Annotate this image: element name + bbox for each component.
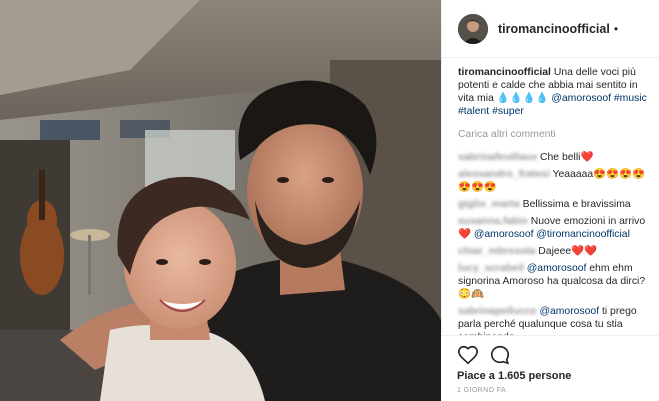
- caption: tiromancinoofficial Una delle voci più p…: [458, 66, 654, 118]
- caption-tag[interactable]: @amorosoof: [551, 93, 611, 104]
- caption-tag[interactable]: #super: [492, 106, 524, 117]
- heart-icon[interactable]: [457, 344, 479, 366]
- comment-mention[interactable]: @amorosoof: [539, 306, 599, 317]
- comment-icon[interactable]: [489, 344, 511, 366]
- comment-item: lucy_scrabeil @amorosoof ehm ehm signori…: [458, 262, 654, 301]
- comment-item: sabrinafeuillaux Che belli❤️: [458, 151, 654, 164]
- caption-tag[interactable]: #talent: [458, 106, 489, 117]
- comment-text: Dajeee❤️❤️: [538, 246, 598, 257]
- comment-username[interactable]: chiar_mbrosola: [458, 246, 535, 257]
- comment-text: Bellissima e bravissima: [522, 199, 631, 210]
- caption-tag[interactable]: #music: [614, 93, 647, 104]
- comment-item: alessandro_fratesi Yeaaaaa😍😍😍😍😍😍😍: [458, 168, 654, 194]
- comments-list: tiromancinoofficial Una delle voci più p…: [458, 66, 654, 348]
- post-actions: Piace a 1.605 persone 1 GIORNO FA: [441, 335, 659, 401]
- comment-username[interactable]: sabrinapellucce: [458, 306, 537, 317]
- post-header: tiromancinoofficial •: [442, 0, 659, 58]
- post-photo[interactable]: [0, 0, 441, 401]
- comment-mention[interactable]: @amorosoof: [527, 263, 587, 274]
- comment-username[interactable]: sabrinafeuillaux: [458, 152, 537, 163]
- load-more-comments[interactable]: Carica altri commenti: [458, 128, 654, 141]
- comment-item: chiar_mbrosola Dajeee❤️❤️: [458, 245, 654, 258]
- action-icons: [457, 344, 521, 366]
- post-timestamp[interactable]: 1 GIORNO FA: [457, 387, 506, 394]
- likes-count[interactable]: Piace a 1.605 persone: [457, 370, 571, 382]
- studio-selfie-image: [0, 0, 441, 401]
- avatar[interactable]: [458, 13, 488, 44]
- follow-dot: •: [613, 21, 619, 36]
- caption-username[interactable]: tiromancinoofficial: [458, 67, 551, 78]
- comment-mention[interactable]: @amorosoof @tiromancinoofficial: [474, 229, 630, 240]
- comment-item: susanna.fabio Nuove emozioni in arrivo❤️…: [458, 215, 654, 241]
- comment-username[interactable]: susanna.fabio: [458, 216, 528, 227]
- comment-username[interactable]: lucy_scrabeil: [458, 263, 524, 274]
- comment-username[interactable]: giglio_marta: [458, 199, 520, 210]
- caption-drops: 💧💧💧💧: [496, 93, 549, 104]
- comment-username[interactable]: alessandro_fratesi: [458, 169, 550, 180]
- comment-text: Che belli❤️: [540, 152, 594, 163]
- username-link[interactable]: tiromancinoofficial: [498, 22, 610, 36]
- comment-item: giglio_marta Bellissima e bravissima: [458, 198, 654, 211]
